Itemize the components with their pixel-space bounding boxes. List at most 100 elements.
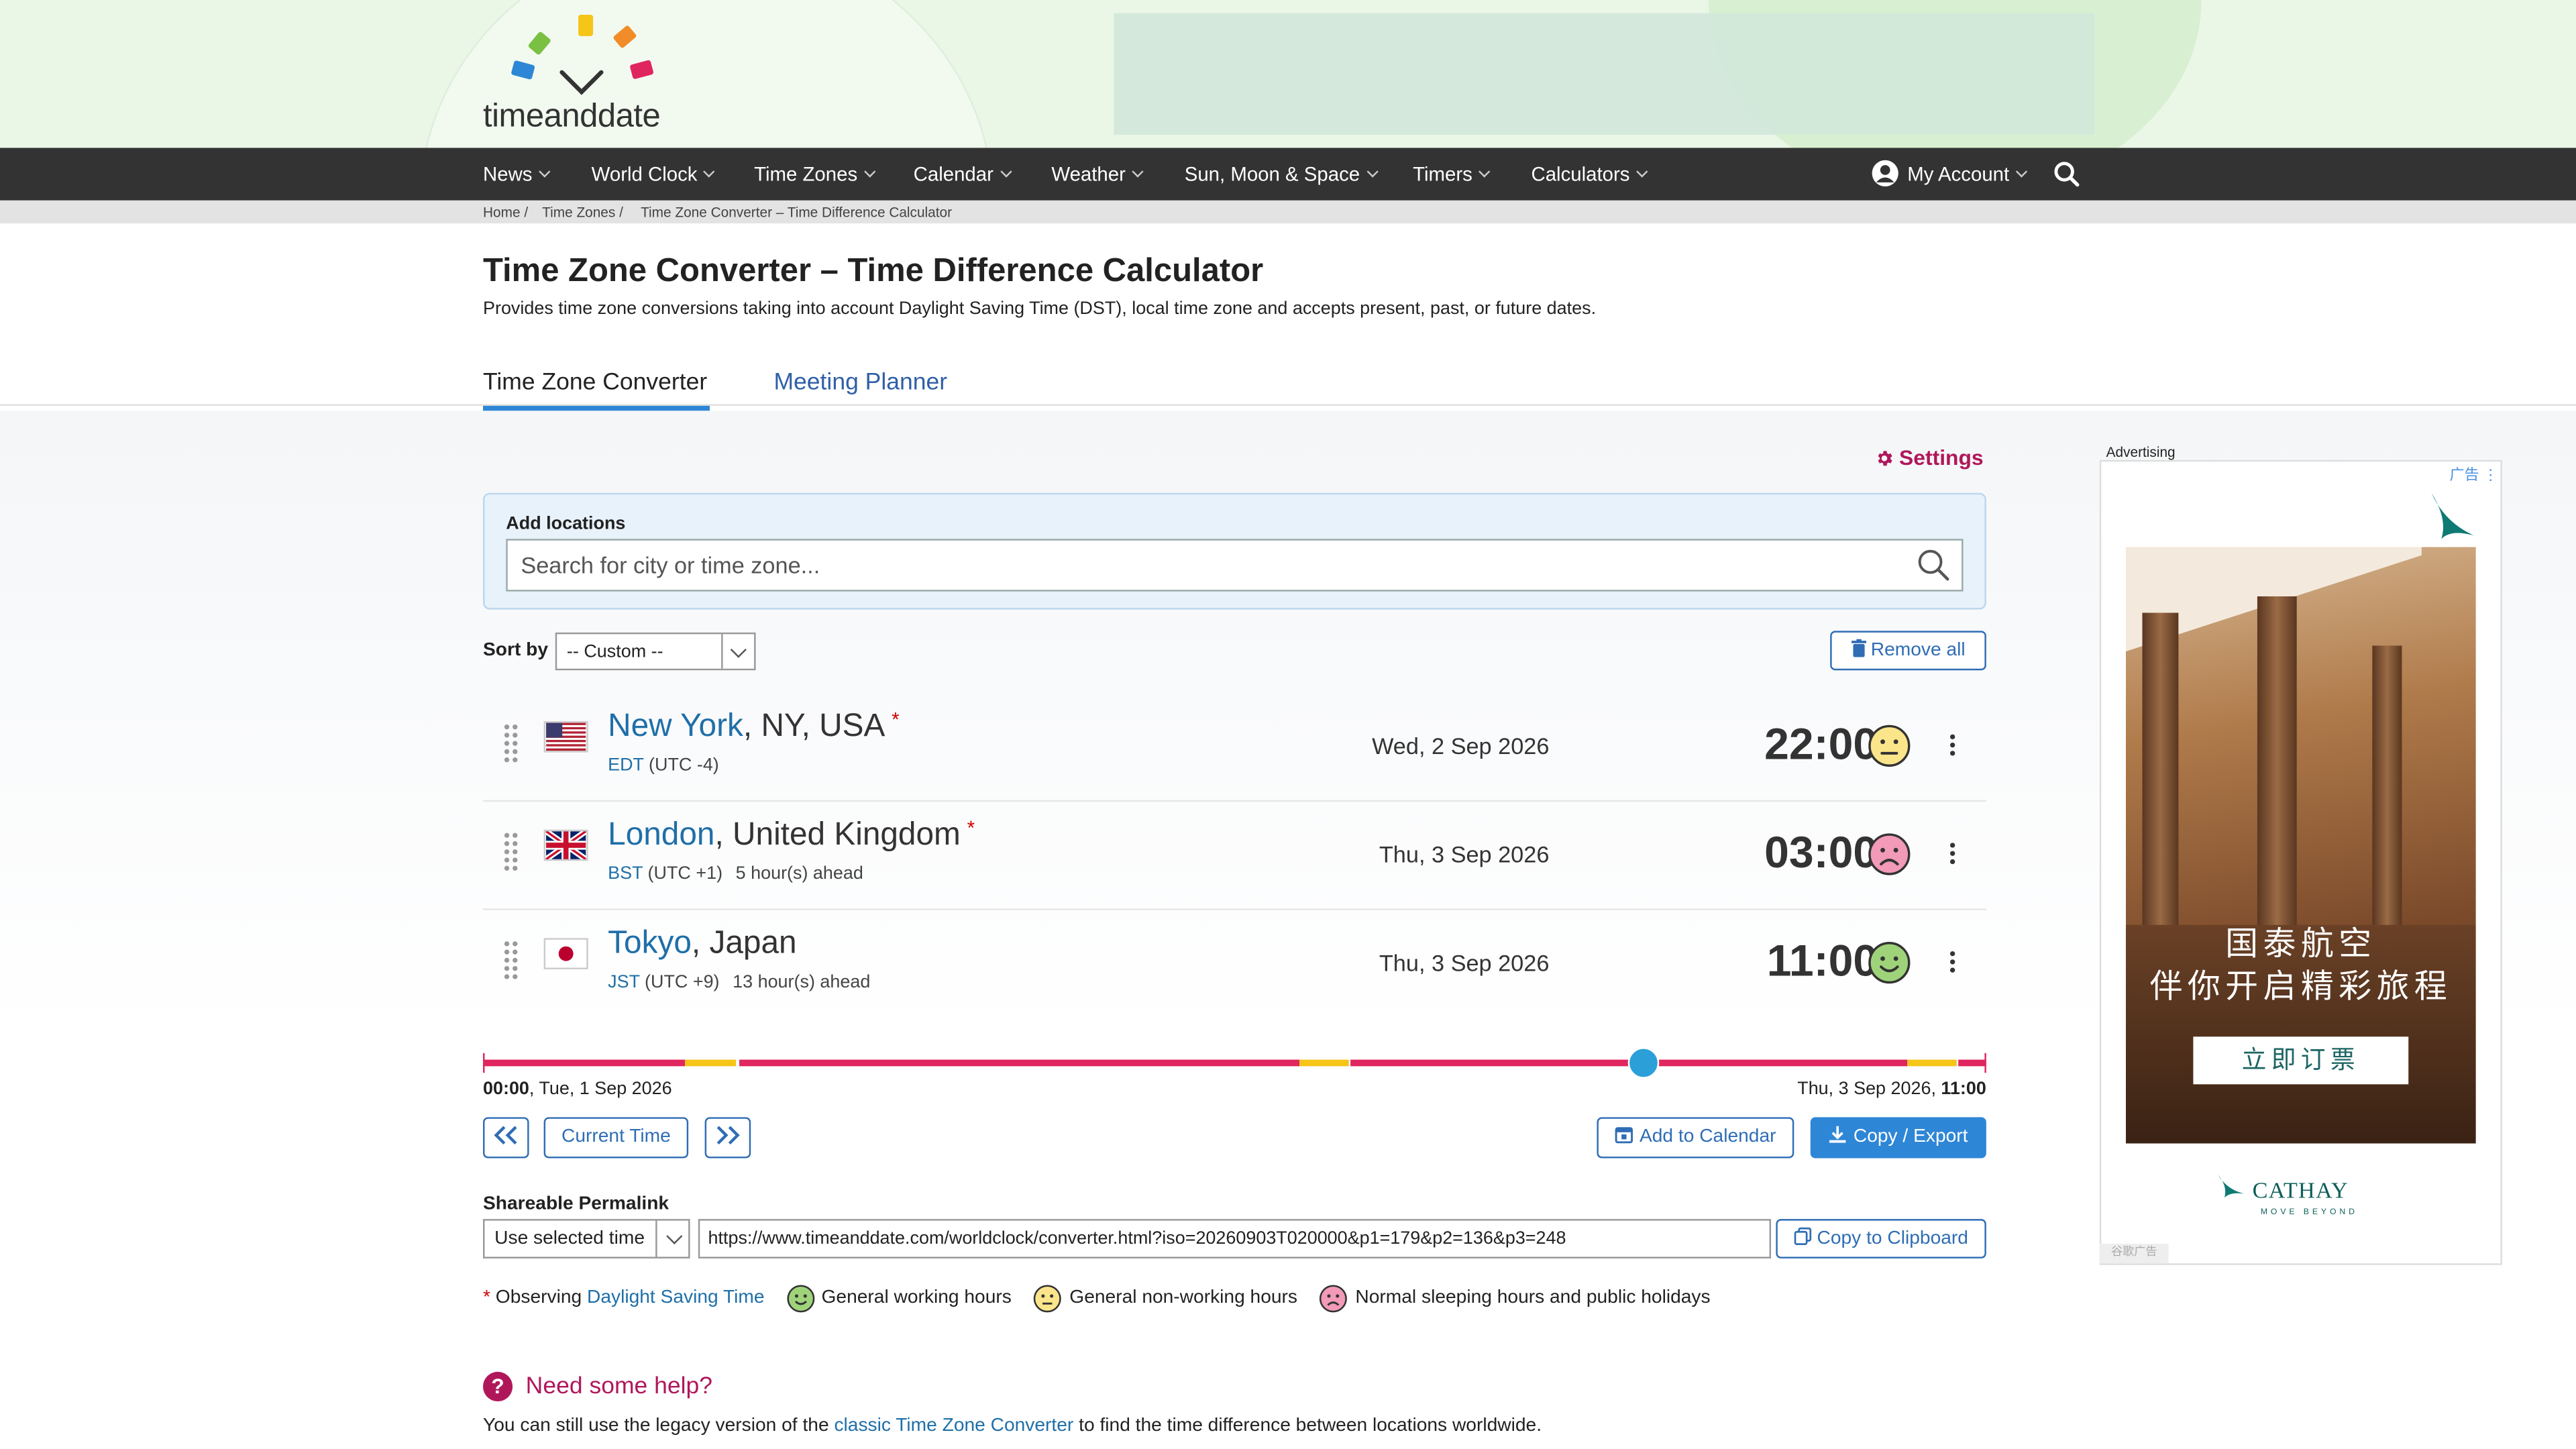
timeline-segment-non-working	[1299, 1059, 1349, 1067]
city-link[interactable]: London	[608, 816, 714, 853]
tab-divider	[0, 404, 2576, 406]
settings-button[interactable]: Settings	[1874, 445, 1984, 470]
timeline-start-label: 00:00, Tue, 1 Sep 2026	[483, 1079, 672, 1099]
timeline-end-tick	[1984, 1053, 1986, 1073]
breadcrumb-time-zones[interactable]: Time Zones /	[542, 204, 623, 220]
location-name: Tokyo, Japan	[608, 924, 797, 961]
chevron-down-icon	[1000, 166, 1012, 178]
ad-headline-1: 国泰航空	[2225, 926, 2377, 963]
sort-by-select[interactable]: -- Custom --	[555, 632, 756, 671]
ad-footer-tag: 谷歌广告	[2099, 1243, 2169, 1264]
location-name: London, United Kingdom *	[608, 816, 975, 853]
more-options-icon[interactable]	[1949, 734, 1957, 757]
nav-item-weather[interactable]: Weather	[1051, 148, 1144, 200]
trash-icon	[1851, 639, 1866, 658]
location-time: 03:00	[1764, 828, 1878, 877]
dst-marker: *	[967, 816, 975, 840]
help-title: Need some help?	[525, 1373, 713, 1400]
nav-item-timers[interactable]: Timers	[1413, 148, 1491, 200]
select-divider	[721, 634, 723, 669]
us-flag-icon	[543, 721, 588, 753]
timeline-segment-sleeping	[739, 1059, 1300, 1067]
remove-all-button[interactable]: Remove all	[1830, 631, 1986, 671]
more-options-icon[interactable]	[1949, 951, 1957, 974]
copy-icon	[1794, 1228, 1812, 1246]
timeline-start-tick	[483, 1053, 485, 1073]
nav-item-sun-moon-space[interactable]: Sun, Moon & Space	[1185, 148, 1379, 200]
select-divider	[655, 1220, 657, 1257]
dst-link[interactable]: Daylight Saving Time	[587, 1288, 765, 1307]
ad-slogan: MOVE BEYOND	[2260, 1208, 2358, 1218]
chevron-down-icon	[730, 641, 747, 658]
breadcrumb	[0, 200, 2576, 224]
timezone-abbr-link[interactable]: JST	[608, 973, 639, 992]
location-search-input[interactable]	[506, 539, 1964, 592]
previous-button[interactable]	[483, 1117, 529, 1159]
permalink-label: Shareable Permalink	[483, 1194, 669, 1214]
add-to-calendar-button[interactable]: Add to Calendar	[1597, 1117, 1794, 1159]
timezone-info: JST (UTC +9) 13 hour(s) ahead	[608, 972, 871, 993]
happy-face-icon	[1868, 942, 1911, 984]
logo-text[interactable]: timeanddate	[483, 99, 661, 136]
nav-item-news[interactable]: News	[483, 148, 551, 200]
neutral-face-icon	[1033, 1285, 1061, 1313]
chevron-down-icon	[666, 1228, 683, 1244]
ad-cta-button[interactable]: 立即订票	[2193, 1036, 2409, 1085]
gear-icon	[1878, 450, 1892, 466]
active-tab-indicator	[483, 405, 710, 411]
breadcrumb-current: Time Zone Converter – Time Difference Ca…	[641, 203, 953, 221]
site-header	[0, 0, 2576, 148]
permalink-url-field[interactable]: https://www.timeanddate.com/worldclock/c…	[698, 1219, 1772, 1258]
search-icon[interactable]	[1916, 547, 1952, 584]
sort-by-value: -- Custom --	[566, 642, 663, 662]
advertising-label: Advertising	[2106, 443, 2176, 460]
help-text: You can still use the legacy version of …	[483, 1416, 1542, 1436]
ad-choices-tag[interactable]: 广告 ⋮	[2449, 464, 2498, 485]
chevron-down-icon	[1479, 166, 1491, 178]
sad-face-icon	[1868, 833, 1911, 875]
copy-to-clipboard-button[interactable]: Copy to Clipboard	[1776, 1219, 1986, 1258]
drag-handle-icon[interactable]	[504, 941, 518, 981]
more-options-icon[interactable]	[1949, 843, 1957, 865]
current-time-button[interactable]: Current Time	[543, 1117, 689, 1159]
page-subtitle: Provides time zone conversions taking in…	[483, 299, 1597, 319]
timeline-segment-sleeping	[1958, 1059, 1986, 1067]
location-row-london[interactable]: London, United Kingdom * BST (UTC +1) 5 ho…	[483, 800, 1986, 909]
breadcrumb-home[interactable]: Home /	[483, 204, 528, 220]
cathay-brushwing-icon	[2431, 492, 2475, 539]
classic-converter-link[interactable]: classic Time Zone Converter	[834, 1416, 1073, 1436]
tab-meeting-planner[interactable]: Meeting Planner	[773, 370, 947, 396]
main-nav: News World Clock Time Zones Calendar Wea…	[0, 148, 2576, 201]
location-time: 22:00	[1764, 719, 1878, 769]
drag-handle-icon[interactable]	[504, 833, 518, 873]
next-button[interactable]	[704, 1117, 751, 1159]
nav-item-world-clock[interactable]: World Clock	[592, 148, 716, 200]
location-row-tokyo[interactable]: Tokyo, Japan JST (UTC +9) 13 hour(s) ahea…	[483, 908, 1986, 1017]
time-slider[interactable]	[483, 1047, 1986, 1079]
permalink-mode-select[interactable]: Use selected time	[483, 1219, 690, 1258]
location-row-new-york[interactable]: New York, NY, USA * EDT (UTC -4) Wed, 2 S…	[483, 692, 1986, 800]
double-chevron-left-icon	[494, 1126, 517, 1144]
timeline-end-label: Thu, 3 Sep 2026, 11:00	[1797, 1079, 1986, 1099]
drag-handle-icon[interactable]	[504, 724, 518, 764]
chevron-down-icon	[1132, 166, 1144, 178]
city-link[interactable]: New York	[608, 708, 743, 745]
nav-item-calendar[interactable]: Calendar	[914, 148, 1012, 200]
timezone-abbr-link[interactable]: BST	[608, 864, 643, 883]
chevron-down-icon	[1636, 166, 1648, 178]
time-slider-handle[interactable]	[1627, 1047, 1660, 1079]
sad-face-icon	[1319, 1285, 1347, 1313]
nav-item-calculators[interactable]: Calculators	[1531, 148, 1648, 200]
chevron-down-icon	[1366, 166, 1379, 178]
header-ad-placeholder	[1114, 13, 2095, 135]
my-account-menu[interactable]: My Account	[1871, 148, 2028, 200]
dst-marker: *	[892, 708, 900, 731]
timezone-abbr-link[interactable]: EDT	[608, 756, 643, 775]
copy-export-button[interactable]: Copy / Export	[1810, 1117, 1986, 1159]
legend-working: General working hours	[821, 1288, 1012, 1308]
search-icon[interactable]	[2053, 161, 2080, 187]
city-link[interactable]: Tokyo	[608, 925, 692, 961]
tab-time-zone-converter[interactable]: Time Zone Converter	[483, 370, 707, 396]
nav-item-time-zones[interactable]: Time Zones	[754, 148, 876, 200]
legend-sleeping: Normal sleeping hours and public holiday…	[1355, 1288, 1711, 1308]
